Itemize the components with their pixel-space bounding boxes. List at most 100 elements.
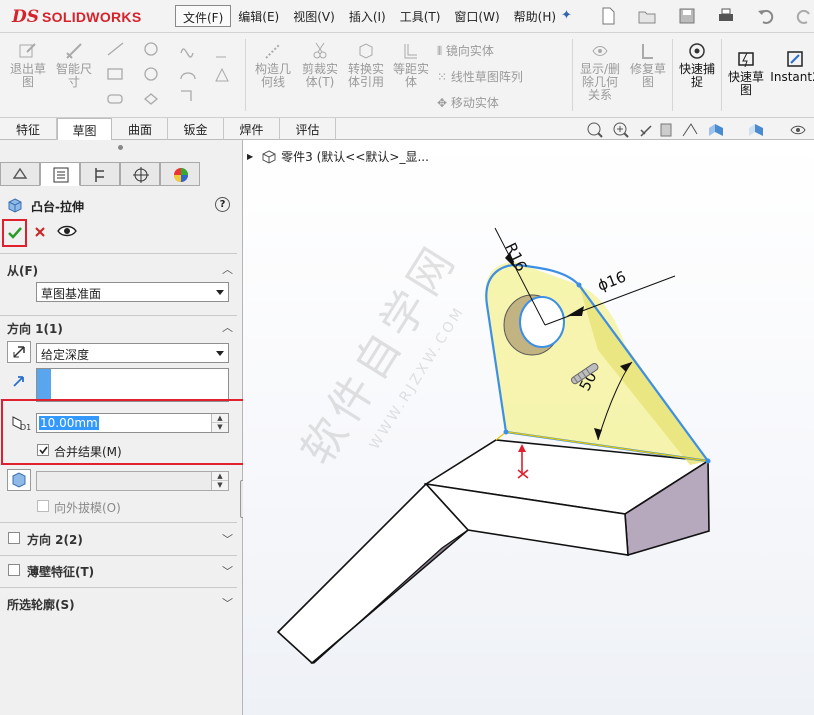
reverse-direction-icon bbox=[13, 346, 25, 358]
view-orientation-icon bbox=[709, 124, 723, 136]
direction1-collapse-chevron-icon[interactable]: ︿ bbox=[222, 319, 233, 335]
checkmark-icon bbox=[8, 227, 22, 239]
ok-button[interactable] bbox=[2, 219, 27, 247]
zoom-area-icon bbox=[613, 122, 629, 138]
reverse-direction-button[interactable] bbox=[7, 341, 31, 363]
from-collapse-chevron-icon[interactable]: ︿ bbox=[222, 261, 233, 277]
print-icon[interactable] bbox=[716, 6, 736, 26]
tab-features[interactable]: 特征 bbox=[0, 118, 57, 140]
command-tabs: 特征 草图 曲面 钣金 焊件 评估 bbox=[0, 118, 814, 141]
tab-configuration-manager[interactable] bbox=[80, 162, 120, 186]
quick-snaps-button[interactable]: 快速捕捉 bbox=[675, 41, 719, 89]
feature-tree-part-name: 零件3 (默认<<默认>_显... bbox=[281, 150, 429, 164]
menu-edit[interactable]: 编辑(E) bbox=[231, 5, 286, 27]
undo-icon[interactable] bbox=[756, 6, 776, 26]
merge-result-checkbox[interactable] bbox=[37, 444, 49, 456]
model-canvas: 软件自学网 WWW.RJZXW.COM R16 ϕ16 50 bbox=[243, 140, 814, 715]
section-view-icon bbox=[660, 123, 672, 137]
dropdown-arrow-icon bbox=[216, 351, 224, 356]
thin-feature-expand-chevron-icon[interactable]: ﹀ bbox=[222, 563, 233, 579]
from-select[interactable]: 草图基准面 bbox=[36, 282, 229, 302]
mirror-entities-button[interactable]: ⫴ 镜向实体 bbox=[437, 42, 494, 59]
checkbox-check-icon bbox=[39, 446, 48, 455]
zoom-to-fit-icon bbox=[587, 122, 603, 138]
view-toolbar[interactable] bbox=[583, 120, 814, 140]
construction-geometry-button[interactable]: 构造几何线 bbox=[251, 41, 295, 89]
boss-extrude-icon bbox=[8, 198, 22, 213]
preview-eye-icon[interactable] bbox=[57, 224, 77, 238]
expand-arrow-icon[interactable]: ▶ bbox=[247, 152, 253, 161]
repair-sketch-button[interactable]: 修复草图 bbox=[627, 41, 669, 89]
mirror-icon: ⫴ bbox=[437, 44, 446, 58]
new-document-icon[interactable] bbox=[598, 6, 618, 26]
tab-property-manager[interactable] bbox=[40, 162, 80, 186]
sketch-tools-grid[interactable] bbox=[103, 39, 243, 109]
depth-input[interactable]: 10.00mm ▲ ▼ bbox=[36, 413, 229, 433]
tab-evaluate[interactable]: 评估 bbox=[280, 118, 336, 140]
appearance-icon bbox=[174, 168, 188, 182]
merge-result-label: 合并结果(M) bbox=[54, 445, 122, 459]
pin-icon[interactable]: ✦ bbox=[561, 8, 572, 23]
menu-window[interactable]: 窗口(W) bbox=[447, 5, 506, 27]
depth-dimension-icon: D1 bbox=[12, 416, 31, 432]
menu-file[interactable]: 文件(F) bbox=[175, 5, 232, 27]
draft-spinner[interactable]: ▲ ▼ bbox=[211, 472, 228, 490]
menu-bar: 文件(F) 编辑(E) 视图(V) 插入(I) 工具(T) 窗口(W) 帮助(H… bbox=[175, 5, 563, 27]
tab-weldments[interactable]: 焊件 bbox=[224, 118, 280, 140]
open-icon[interactable] bbox=[637, 6, 657, 26]
show-hide-relations-button[interactable]: 显示/删除几何关系 bbox=[577, 41, 623, 102]
rapid-sketch-button[interactable]: 快速草图 bbox=[724, 49, 768, 97]
instant2d-button[interactable]: Instant2 bbox=[770, 49, 814, 84]
tab-display-manager[interactable] bbox=[160, 162, 200, 186]
hole-circle-sketch bbox=[519, 296, 565, 348]
separator bbox=[572, 39, 573, 111]
end-condition-select[interactable]: 给定深度 bbox=[36, 343, 229, 363]
menu-tools[interactable]: 工具(T) bbox=[393, 5, 448, 27]
convert-icon bbox=[359, 43, 373, 59]
panel-grip-dot[interactable] bbox=[118, 145, 123, 150]
trim-entities-button[interactable]: 剪裁实体(T) bbox=[298, 41, 342, 89]
direction2-expand-chevron-icon[interactable]: ﹀ bbox=[222, 531, 233, 547]
draft-toggle-button[interactable] bbox=[7, 469, 31, 491]
from-section-label: 从(F) bbox=[7, 264, 39, 278]
exit-sketch-button[interactable]: 退出草图 bbox=[6, 41, 50, 89]
linear-pattern-button[interactable]: ⁙ 线性草图阵列 bbox=[437, 68, 523, 85]
menu-view[interactable]: 视图(V) bbox=[286, 5, 342, 27]
tab-surfaces[interactable]: 曲面 bbox=[113, 118, 168, 140]
smart-dimension-button[interactable]: 智能尺寸 bbox=[52, 41, 96, 89]
offset-entities-button[interactable]: 等距实体 bbox=[390, 41, 432, 89]
divider bbox=[0, 522, 237, 523]
part-icon bbox=[262, 149, 276, 164]
menu-help[interactable]: 帮助(H) bbox=[507, 5, 563, 27]
tab-dimxpert[interactable] bbox=[120, 162, 160, 186]
cancel-button[interactable] bbox=[34, 226, 46, 238]
solidworks-logo[interactable]: DS SOLIDWORKS bbox=[12, 7, 141, 27]
configuration-icon bbox=[95, 168, 104, 182]
help-button[interactable]: ? bbox=[215, 197, 230, 212]
selected-contours-expand-chevron-icon[interactable]: ﹀ bbox=[222, 595, 233, 611]
tab-feature-manager[interactable] bbox=[0, 162, 40, 186]
depth-spinner[interactable]: ▲ ▼ bbox=[211, 414, 228, 432]
rapid-sketch-icon bbox=[738, 52, 754, 68]
redo-icon[interactable] bbox=[794, 6, 814, 26]
move-entities-button[interactable]: ✥ 移动实体 bbox=[437, 94, 499, 111]
move-icon: ✥ bbox=[437, 96, 451, 110]
thin-feature-checkbox[interactable] bbox=[8, 564, 20, 576]
graphics-area[interactable]: 软件自学网 WWW.RJZXW.COM R16 ϕ16 50 ▶ 零件3 (默认… bbox=[243, 140, 814, 715]
offset-icon bbox=[404, 44, 417, 59]
spin-down-icon: ▼ bbox=[217, 481, 223, 489]
draft-angle-input[interactable]: ▲ ▼ bbox=[36, 471, 229, 491]
selected-contours-section-label: 所选轮廓(S) bbox=[7, 598, 75, 612]
tab-sketch[interactable]: 草图 bbox=[57, 118, 112, 141]
direction2-checkbox[interactable] bbox=[8, 532, 20, 544]
draft-outward-checkbox[interactable] bbox=[37, 500, 49, 512]
direction-reference-list[interactable] bbox=[36, 368, 229, 402]
separator bbox=[721, 39, 722, 111]
convert-entities-button[interactable]: 转换实体引用 bbox=[344, 41, 388, 89]
save-icon[interactable] bbox=[677, 6, 697, 26]
menu-insert[interactable]: 插入(I) bbox=[342, 5, 393, 27]
feature-tree-flyout[interactable]: ▶ 零件3 (默认<<默认>_显... bbox=[247, 148, 429, 165]
dropdown-arrow-icon bbox=[216, 290, 224, 295]
property-manager: 凸台-拉伸 ? 从(F) ︿ 草图基准面 方向 1(1) ︿ 给定深度 D1 1… bbox=[0, 140, 245, 715]
tab-sheet-metal[interactable]: 钣金 bbox=[168, 118, 224, 140]
